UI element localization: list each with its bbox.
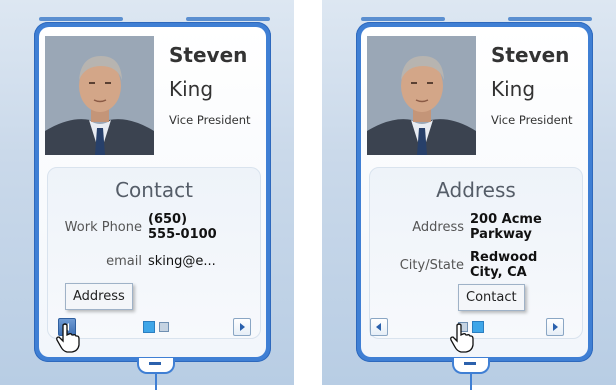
profile-card: Steven King Vice President Address Addre… [356,22,593,362]
section-title: Contact [115,178,193,202]
profile-card-body: Steven King Vice President Contact Work … [39,27,266,357]
profile-card: Steven King Vice President Contact Work … [34,22,271,362]
row-value: sking@e... [148,254,216,269]
job-title: Vice President [491,113,573,127]
last-name: King [169,77,214,101]
job-title: Vice President [169,113,251,127]
next-arrow-icon [240,323,245,331]
pointer-hand-icon [56,323,80,353]
connector-line [470,372,472,390]
profile-photo [45,36,154,155]
pointer-hand-icon [450,323,474,353]
row-value: (650) 555-0100 [148,212,217,242]
prev-arrow-icon [376,323,381,331]
row-label: Work Phone [64,220,142,235]
row-label: email [106,254,142,269]
connector-line [155,372,157,390]
tooltip: Contact [458,284,525,311]
section-title: Address [436,178,516,202]
prev-button[interactable] [370,318,388,336]
page-dot-1[interactable] [143,321,155,333]
page-dot-2[interactable] [159,322,169,332]
profile-card-body: Steven King Vice President Address Addre… [361,27,588,357]
next-button[interactable] [546,318,564,336]
row-label: Address [412,220,464,235]
info-section: Address Address 200 Acme Parkway City/St… [369,167,583,339]
row-value: Redwood City, CA [470,250,538,280]
next-button[interactable] [233,318,251,336]
frame-top-line [186,17,270,21]
frame-top-line [361,17,445,21]
row-value: 200 Acme Parkway [470,212,542,242]
frame-top-line [508,17,592,21]
first-name: Steven [169,43,248,67]
left-panel: Steven King Vice President Contact Work … [0,0,294,390]
last-name: King [491,77,536,101]
right-panel: Steven King Vice President Address Addre… [322,0,616,390]
tooltip: Address [65,283,133,310]
info-section: Contact Work Phone (650) 555-0100 email … [47,167,261,339]
frame-top-line [39,17,123,21]
row-label: City/State [399,258,464,273]
collapse-minus-icon [464,362,476,365]
next-arrow-icon [553,323,558,331]
collapse-minus-icon [149,362,161,365]
profile-photo [367,36,476,155]
first-name: Steven [491,43,570,67]
